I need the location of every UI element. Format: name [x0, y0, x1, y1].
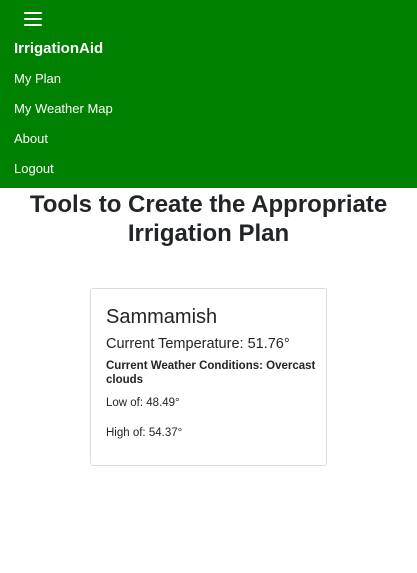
weather-card: Sammamish Current Temperature: 51.76° Cu…	[90, 288, 327, 466]
nav-item-about[interactable]: About	[14, 130, 113, 160]
hamburger-bar	[24, 24, 42, 26]
navbar: IrrigationAid My Plan My Weather Map Abo…	[0, 0, 417, 188]
hamburger-bar	[24, 12, 42, 14]
low-temperature: Low of: 48.49°	[106, 397, 180, 409]
hamburger-bar	[24, 18, 42, 20]
city-name: Sammamish	[106, 306, 218, 328]
hamburger-menu-icon[interactable]	[24, 12, 42, 27]
nav-menu: My Plan My Weather Map About Logout	[14, 70, 113, 190]
nav-item-my-plan[interactable]: My Plan	[14, 70, 113, 100]
nav-item-logout[interactable]: Logout	[14, 160, 113, 190]
brand-link[interactable]: IrrigationAid	[14, 40, 103, 57]
page-title: Tools to Create the Appropriate Irrigati…	[29, 191, 388, 247]
current-conditions: Current Weather Conditions: Overcast clo…	[106, 360, 316, 386]
current-temperature: Current Temperature: 51.76°	[106, 336, 290, 352]
high-temperature: High of: 54.37°	[106, 427, 183, 439]
nav-item-my-weather-map[interactable]: My Weather Map	[14, 100, 113, 130]
